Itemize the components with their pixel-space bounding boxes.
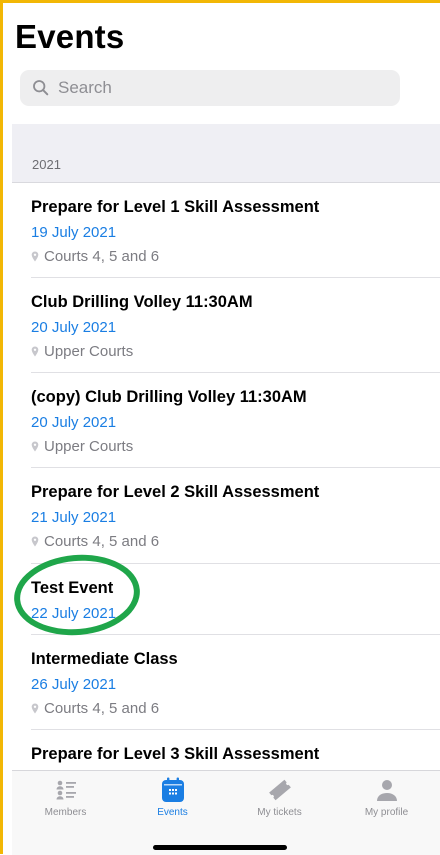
event-location-text: Upper Courts [44,438,134,455]
search-input[interactable] [56,77,390,99]
event-date: 26 July 2021 [31,676,117,693]
event-location-text: Upper Courts [44,343,134,360]
event-location-text: Courts 4, 5 and 6 [44,700,160,717]
events-list: Prepare for Level 1 Skill Assessment 19 … [12,183,440,784]
tab-my-profile[interactable]: My profile [333,777,440,818]
tab-label: My tickets [257,807,302,818]
location-pin-icon [31,441,39,452]
event-item[interactable]: Prepare for Level 2 Skill Assessment 21 … [12,468,440,564]
event-location-text: Courts 4, 5 and 6 [44,533,160,550]
search-bar[interactable] [20,70,400,106]
search-icon [33,80,49,96]
ticket-icon [268,779,291,801]
calendar-icon [161,777,184,802]
event-location: Courts 4, 5 and 6 [31,699,440,718]
page-title: Events [15,18,125,55]
event-title: Prepare for Level 1 Skill Assessment [31,198,320,216]
event-title: (copy) Club Drilling Volley 11:30AM [31,388,307,406]
event-date: 21 July 2021 [31,509,117,526]
event-date: 20 July 2021 [31,414,117,431]
event-location-text: Courts 4, 5 and 6 [44,248,160,265]
members-icon [56,780,76,800]
location-pin-icon [31,251,39,262]
event-title: Prepare for Level 2 Skill Assessment [31,483,320,501]
profile-icon [376,780,397,801]
event-location: Upper Courts [31,342,440,361]
event-location: Courts 4, 5 and 6 [31,247,440,266]
event-date: 19 July 2021 [31,224,117,241]
tab-members[interactable]: Members [12,777,119,818]
section-year-label: 2021 [32,157,61,172]
event-item[interactable]: Prepare for Level 1 Skill Assessment 19 … [12,183,440,278]
header: Events [15,18,440,56]
event-location: Courts 4, 5 and 6 [31,532,440,551]
section-header: 2021 [12,124,440,183]
event-location: Upper Courts [31,437,440,456]
location-pin-icon [31,703,39,714]
event-item[interactable]: Intermediate Class 26 July 2021 Courts 4… [12,635,440,730]
tab-events[interactable]: Events [119,777,226,818]
location-pin-icon [31,536,39,547]
tab-label: Members [44,807,87,818]
event-item[interactable]: Club Drilling Volley 11:30AM 20 July 202… [12,278,440,373]
tab-bar: Members Events My tickets My profile [12,770,440,855]
location-pin-icon [31,346,39,357]
event-date: 20 July 2021 [31,319,117,336]
event-item[interactable]: (copy) Club Drilling Volley 11:30AM 20 J… [12,373,440,468]
event-title: Club Drilling Volley 11:30AM [31,293,253,311]
tab-label: My profile [364,807,409,818]
event-title: Prepare for Level 3 Skill Assessment [31,745,320,763]
tab-my-tickets[interactable]: My tickets [226,777,333,818]
tab-label: Events [157,807,188,818]
home-indicator [153,845,287,850]
event-title: Intermediate Class [31,650,178,668]
